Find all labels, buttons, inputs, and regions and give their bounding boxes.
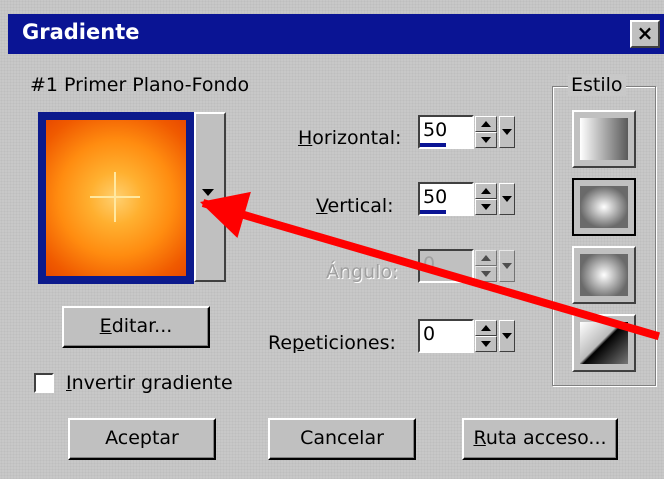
close-button[interactable]: × xyxy=(630,20,660,48)
spin-up-icon[interactable] xyxy=(475,183,497,199)
repeticiones-value: 0 xyxy=(423,323,436,345)
invert-gradient-label: Invertir gradiente xyxy=(66,372,233,394)
center-crosshair-icon xyxy=(114,172,116,222)
vertical-value: 50 xyxy=(423,186,448,208)
spin-down-icon[interactable] xyxy=(475,132,497,148)
horizontal-spinner[interactable] xyxy=(475,116,497,148)
horizontal-level-bar xyxy=(420,143,446,147)
angulo-label: Ángulo: xyxy=(326,261,399,283)
vertical-input[interactable]: 50 xyxy=(418,182,474,216)
edit-button[interactable]: Editar... xyxy=(62,306,210,348)
style-linear-button[interactable] xyxy=(572,110,636,168)
repeticiones-slider-button[interactable] xyxy=(499,320,515,352)
linear-icon xyxy=(580,118,628,160)
horizontal-input[interactable]: 50 xyxy=(418,115,474,149)
style-radial-button[interactable] xyxy=(572,246,636,304)
spin-down-icon[interactable] xyxy=(475,199,497,215)
repeticiones-label: Repeticiones: xyxy=(268,332,396,354)
repeticiones-spinner[interactable] xyxy=(475,320,497,352)
gradient-preview[interactable] xyxy=(38,112,194,284)
spin-down-icon[interactable] xyxy=(475,336,497,352)
angulo-spinner xyxy=(475,250,497,282)
rectangular-icon xyxy=(580,186,628,228)
vertical-slider-button[interactable] xyxy=(499,183,515,215)
horizontal-value: 50 xyxy=(423,119,448,141)
cancel-button[interactable]: Cancelar xyxy=(268,418,416,460)
vertical-spinner[interactable] xyxy=(475,183,497,215)
spin-up-icon xyxy=(475,250,497,266)
path-button[interactable]: Ruta acceso... xyxy=(462,418,618,460)
preset-label: #1 Primer Plano-Fondo xyxy=(30,74,250,96)
horizontal-slider-button[interactable] xyxy=(499,116,515,148)
spin-up-icon[interactable] xyxy=(475,116,497,132)
angulo-slider-button xyxy=(499,250,515,282)
accept-button[interactable]: Aceptar xyxy=(68,418,216,460)
vertical-label: Vertical: xyxy=(316,195,394,217)
repeticiones-input[interactable]: 0 xyxy=(418,319,474,353)
radial-icon xyxy=(580,254,628,296)
style-rectangular-button[interactable] xyxy=(572,178,636,236)
gradient-dialog: Gradiente × #1 Primer Plano-Fondo Horizo… xyxy=(0,0,664,479)
title-bar: Gradiente × xyxy=(8,14,664,54)
invert-gradient-checkbox[interactable] xyxy=(34,373,54,393)
window-title: Gradiente xyxy=(22,20,140,44)
horizontal-label-text: orizontal: xyxy=(312,127,402,149)
gradient-swatch xyxy=(46,120,186,276)
vertical-level-bar xyxy=(420,210,446,214)
horizontal-label: Horizontal: xyxy=(298,127,402,149)
style-group-label: Estilo xyxy=(568,74,626,96)
spin-up-icon[interactable] xyxy=(475,320,497,336)
